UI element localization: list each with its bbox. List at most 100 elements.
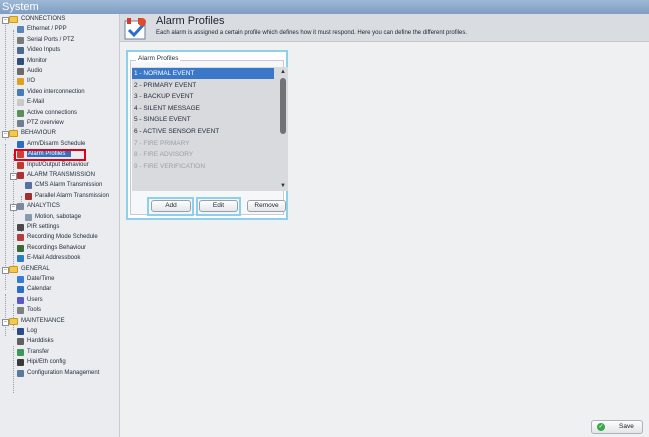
sidebar-item-e-mail[interactable]: E-Mail bbox=[17, 98, 44, 107]
sidebar-item-pir-settings[interactable]: PIR settings bbox=[17, 223, 59, 232]
sidebar-item-video-inputs[interactable]: Video Inputs bbox=[17, 46, 60, 55]
sidebar-item-behaviour[interactable]: BEHAVIOUR bbox=[9, 129, 56, 138]
sidebar-item-alarm-transmission[interactable]: ALARM TRANSMISSION bbox=[17, 171, 95, 180]
collapse-toggle-icon[interactable]: − bbox=[2, 17, 9, 24]
email-icon bbox=[17, 99, 24, 107]
profile-list-item[interactable]: 6 - ACTIVE SENSOR EVENT bbox=[132, 126, 274, 137]
users-icon bbox=[17, 296, 24, 304]
addressbook-icon bbox=[17, 255, 24, 263]
sidebar-item-arm-disarm-schedule[interactable]: Arm/Disarm Schedule bbox=[17, 140, 85, 149]
network-icon bbox=[17, 26, 24, 34]
page-header: Alarm Profiles Each alarm is assigned a … bbox=[120, 14, 649, 42]
collapse-toggle-icon[interactable]: − bbox=[2, 318, 9, 326]
sidebar-item-i-o[interactable]: I/O bbox=[17, 77, 35, 86]
save-button[interactable]: ✓ Save bbox=[591, 420, 643, 434]
calendar-icon bbox=[17, 286, 24, 294]
collapse-toggle-icon[interactable]: − bbox=[10, 204, 17, 212]
scroll-down-icon[interactable]: ▼ bbox=[279, 182, 287, 190]
checkmark-icon: ✓ bbox=[597, 423, 605, 431]
sidebar-item-label: Hipi/Eth config bbox=[27, 359, 66, 366]
clock-icon bbox=[17, 276, 24, 283]
connections-icon bbox=[17, 109, 24, 117]
profile-list-item[interactable]: 7 - FIRE PRIMARY bbox=[132, 138, 274, 149]
save-button-label: Save bbox=[619, 423, 634, 430]
profile-list-item[interactable]: 5 - SINGLE EVENT bbox=[132, 114, 274, 125]
scrollbar-thumb[interactable] bbox=[280, 78, 286, 134]
profile-list-item[interactable]: 1 - NORMAL EVENT bbox=[132, 68, 274, 79]
motion-icon bbox=[25, 213, 32, 221]
transfer-icon bbox=[17, 348, 24, 356]
sidebar-item-label: ALARM TRANSMISSION bbox=[27, 172, 95, 178]
page-description: Each alarm is assigned a certain profile… bbox=[156, 30, 468, 36]
add-button[interactable]: Add bbox=[151, 200, 191, 212]
sidebar-item-input-output-behaviour[interactable]: Input/Output Behaviour bbox=[17, 161, 89, 170]
ptz-icon bbox=[17, 120, 24, 127]
remove-button[interactable]: Remove bbox=[247, 200, 286, 212]
sidebar-item-analytics[interactable]: ANALYTICS bbox=[17, 202, 60, 211]
sidebar-item-label: Configuration Management bbox=[27, 369, 100, 376]
sidebar-item-cms-alarm-transmission[interactable]: CMS Alarm Transmission bbox=[25, 181, 102, 190]
sidebar-item-motion-sabotage[interactable]: Motion, sabotage bbox=[25, 213, 81, 222]
profile-list-item[interactable]: 4 - SILENT MESSAGE bbox=[132, 103, 274, 114]
sidebar-item-serial-ports-ptz[interactable]: Serial Ports / PTZ bbox=[17, 36, 74, 45]
sidebar-item-label: PIR settings bbox=[27, 224, 60, 230]
sidebar-item-label: Video Inputs bbox=[27, 47, 61, 54]
profile-list-item[interactable]: 3 - BACKUP EVENT bbox=[132, 91, 274, 102]
calendar-icon bbox=[17, 140, 24, 148]
alarm-profiles-list[interactable]: 9 - FIRE VERIFICATION 8 - FIRE ADVISORY 7 … bbox=[132, 67, 288, 191]
sidebar-item-video-interconnection[interactable]: Video interconnection bbox=[17, 88, 85, 97]
sidebar-item-active-connections[interactable]: Active connections bbox=[17, 109, 77, 118]
sidebar-item-label: Recording Mode Schedule bbox=[27, 234, 98, 241]
sidebar-item-configuration-management[interactable]: Configuration Management bbox=[17, 369, 99, 378]
sidebar-item-label: Transfer bbox=[27, 348, 50, 355]
folder-icon bbox=[9, 265, 18, 273]
edit-button[interactable]: Edit bbox=[199, 200, 238, 212]
sidebar-item-e-mail-addressbook[interactable]: E-Mail Addressbook bbox=[17, 254, 80, 263]
sidebar-item-harddisks[interactable]: Harddisks bbox=[17, 337, 54, 346]
profile-list-item[interactable]: 9 - FIRE VERIFICATION bbox=[132, 161, 274, 172]
sidebar-item-label: Date/Time bbox=[27, 276, 55, 282]
profile-list-item[interactable]: 8 - FIRE ADVISORY bbox=[132, 149, 274, 160]
folder-icon bbox=[9, 130, 18, 138]
profile-list-item[interactable]: 2 - PRIMARY EVENT bbox=[132, 80, 274, 91]
sidebar-item-ethernet-ppp[interactable]: Ethernet / PPP bbox=[17, 25, 67, 34]
video-interconnect-icon bbox=[17, 88, 24, 96]
sidebar-item-label: Ethernet / PPP bbox=[27, 26, 67, 33]
sidebar-item-recordings-behaviour[interactable]: Recordings Behaviour bbox=[17, 244, 86, 253]
sidebar-item-parallel-alarm-transmission[interactable]: Parallel Alarm Transmission bbox=[25, 192, 109, 201]
sidebar-item-monitor[interactable]: Monitor bbox=[17, 57, 47, 66]
sidebar-item-tools[interactable]: Tools bbox=[17, 306, 41, 315]
sidebar-item-transfer[interactable]: Transfer bbox=[17, 348, 49, 357]
sidebar-item-users[interactable]: Users bbox=[17, 296, 43, 305]
pir-icon bbox=[17, 224, 24, 231]
sidebar-item-calendar[interactable]: Calendar bbox=[17, 285, 51, 294]
sidebar-item-log[interactable]: Log bbox=[17, 327, 37, 336]
sidebar-item-label: Video interconnection bbox=[27, 88, 85, 95]
sidebar-item-audio[interactable]: Audio bbox=[17, 67, 42, 76]
sidebar-item-label: CMS Alarm Transmission bbox=[35, 182, 103, 189]
cms-icon bbox=[25, 182, 32, 190]
analytics-icon bbox=[17, 203, 24, 211]
sidebar-tree[interactable]: − CONNECTIONS Ethernet / PPP Serial Ports /… bbox=[0, 14, 120, 437]
scroll-up-icon[interactable]: ▲ bbox=[279, 68, 287, 76]
collapse-toggle-icon[interactable]: − bbox=[10, 173, 17, 180]
harddisk-icon bbox=[17, 338, 24, 346]
sidebar-item-ptz-overview[interactable]: PTZ overview bbox=[17, 119, 64, 128]
window-title-bar: System bbox=[0, 0, 649, 14]
sidebar-item-label: Active connections bbox=[27, 109, 78, 116]
sidebar-item-hipi-eth-config[interactable]: Hipi/Eth config bbox=[17, 358, 66, 367]
sidebar-item-maintenance[interactable]: MAINTENANCE bbox=[9, 317, 65, 326]
sidebar-item-connections[interactable]: CONNECTIONS bbox=[9, 15, 65, 24]
sidebar-item-label: E-Mail bbox=[27, 99, 45, 106]
selected-item-highlight bbox=[14, 149, 86, 162]
collapse-toggle-icon[interactable]: − bbox=[2, 131, 9, 139]
sidebar-item-general[interactable]: GENERAL bbox=[9, 265, 50, 274]
sidebar-item-label: MAINTENANCE bbox=[21, 317, 65, 324]
groupbox-title: Alarm Profiles bbox=[136, 55, 181, 62]
video-input-icon bbox=[17, 47, 24, 55]
sidebar-item-label: Users bbox=[27, 296, 43, 303]
sidebar-item-date-time[interactable]: Date/Time bbox=[17, 275, 54, 284]
sidebar-item-label: Motion, sabotage bbox=[35, 213, 82, 220]
sidebar-item-recording-mode-schedule[interactable]: Recording Mode Schedule bbox=[17, 233, 98, 242]
collapse-toggle-icon[interactable]: − bbox=[2, 266, 9, 274]
